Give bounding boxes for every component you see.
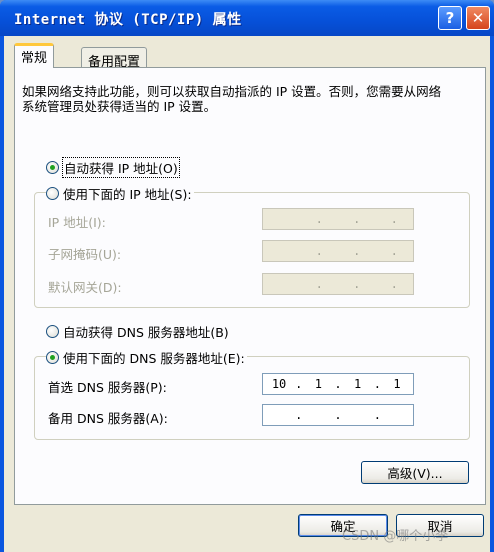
preferred-dns-label: 首选 DNS 服务器(P):	[48, 380, 167, 395]
subnet-mask-label: 子网掩码(U):	[48, 247, 122, 262]
advanced-button[interactable]: 高级(V)...	[361, 461, 469, 484]
description-text: 如果网络支持此功能，则可以获取自动指派的 IP 设置。否则，您需要从网络系统管理…	[22, 84, 442, 114]
tab-alternate-configuration[interactable]: 备用配置	[81, 47, 148, 70]
alternate-dns-label: 备用 DNS 服务器(A):	[48, 411, 168, 426]
preferred-dns-octet-2: 1	[314, 377, 322, 391]
window-title: Internet 协议 (TCP/IP) 属性	[14, 12, 242, 28]
auto-ip-radio[interactable]	[46, 161, 59, 174]
subnet-mask-input: ...	[262, 240, 414, 262]
auto-dns-label: 自动获得 DNS 服务器地址(B)	[63, 325, 229, 340]
manual-ip-radio[interactable]	[46, 187, 59, 200]
auto-dns-radio[interactable]	[46, 325, 59, 338]
manual-ip-option[interactable]: 使用下面的 IP 地址(S):	[46, 184, 194, 203]
dialog-body: 备用配置 常规 如果网络支持此功能，则可以获取自动指派的 IP 设置。否则，您需…	[4, 36, 490, 552]
default-gateway-input: ...	[262, 273, 414, 295]
preferred-dns-input[interactable]: 10. 1. 1. 1	[262, 373, 414, 395]
alternate-dns-input[interactable]: . . .	[262, 404, 414, 426]
auto-dns-option[interactable]: 自动获得 DNS 服务器地址(B)	[46, 322, 231, 341]
manual-ip-label: 使用下面的 IP 地址(S):	[63, 187, 192, 202]
manual-dns-option[interactable]: 使用下面的 DNS 服务器地址(E):	[46, 348, 247, 367]
default-gateway-label: 默认网关(D):	[48, 280, 122, 295]
manual-dns-radio[interactable]	[46, 351, 59, 364]
close-button[interactable]: ✕	[466, 6, 490, 30]
help-button[interactable]: ?	[438, 6, 462, 30]
preferred-dns-octet-1: 10	[271, 377, 287, 391]
preferred-dns-octet-3: 1	[354, 377, 362, 391]
auto-ip-label: 自动获得 IP 地址(O)	[62, 157, 180, 178]
watermark: CSDN @哪个小李	[342, 529, 449, 544]
tab-general[interactable]: 常规	[14, 43, 55, 68]
auto-ip-option[interactable]: 自动获得 IP 地址(O)	[46, 157, 181, 178]
manual-dns-label: 使用下面的 DNS 服务器地址(E):	[63, 351, 245, 366]
close-icon: ✕	[471, 9, 485, 27]
title-bar: Internet 协议 (TCP/IP) 属性 ? ✕	[0, 0, 494, 36]
question-mark-icon: ?	[445, 9, 455, 27]
preferred-dns-octet-4: 1	[393, 377, 401, 391]
tcpip-properties-dialog: Internet 协议 (TCP/IP) 属性 ? ✕ 备用配置 常规 如果网络…	[0, 0, 494, 552]
ip-address-input: ...	[262, 208, 414, 230]
dns-groupbox	[34, 356, 470, 440]
ip-address-label: IP 地址(I):	[48, 215, 106, 230]
